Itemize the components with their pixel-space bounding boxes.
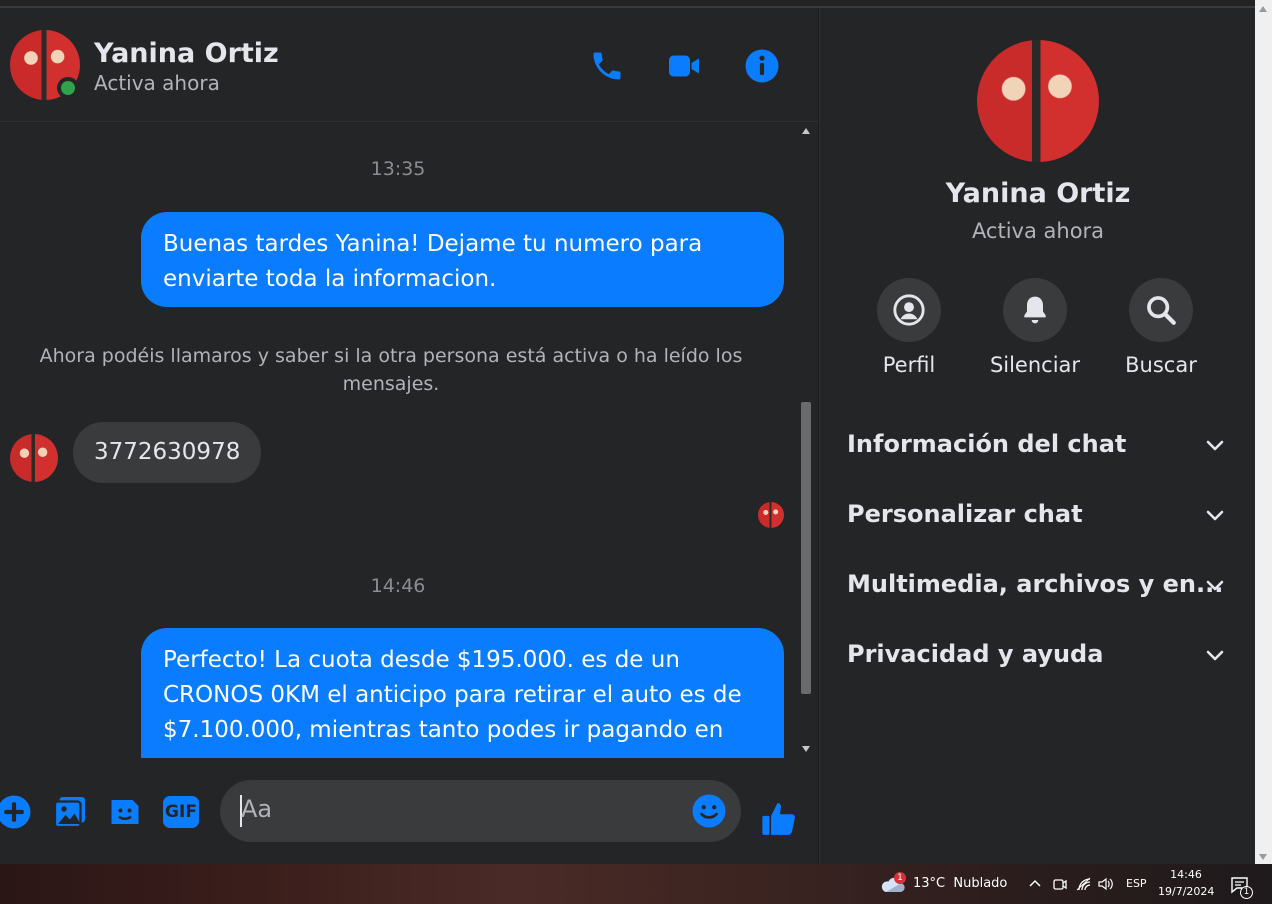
emoji-icon[interactable] xyxy=(691,793,727,829)
seen-receipt-avatar xyxy=(758,502,784,528)
section-chat-info[interactable]: Información del chat xyxy=(847,426,1227,466)
message-input-placeholder: Aa xyxy=(241,795,273,823)
chevron-down-icon xyxy=(1206,580,1224,591)
contact-name[interactable]: Yanina Ortiz xyxy=(94,38,279,69)
message-composer: GIF Aa xyxy=(0,758,818,864)
message-scrollbar[interactable] xyxy=(798,122,815,758)
online-indicator xyxy=(57,77,79,99)
section-media-files[interactable]: Multimedia, archivos y en... xyxy=(847,566,1227,606)
panel-contact-name: Yanina Ortiz xyxy=(945,178,1131,209)
chat-header: Yanina Ortiz Activa ahora xyxy=(0,8,818,122)
search-button-label: Buscar xyxy=(1125,353,1197,377)
chevron-down-icon xyxy=(1206,510,1224,521)
panel-contact-avatar[interactable] xyxy=(975,38,1101,164)
scroll-thumb[interactable] xyxy=(801,402,811,694)
outgoing-message[interactable]: Perfecto! La cuota desde $195.000. es de… xyxy=(141,628,784,758)
windows-taskbar: 1 13°C Nublado ESP 14:46 19/7/2024 1 xyxy=(0,864,1272,904)
like-icon[interactable] xyxy=(760,800,798,838)
search-icon xyxy=(1147,296,1176,325)
meet-now-icon[interactable] xyxy=(1051,875,1069,893)
section-title: Multimedia, archivos y en... xyxy=(847,570,1224,598)
outgoing-message[interactable]: Buenas tardes Yanina! Dejame tu numero p… xyxy=(141,212,784,307)
panel-contact-status: Activa ahora xyxy=(971,219,1105,243)
clock-date[interactable]: 19/7/2024 xyxy=(1158,885,1214,898)
section-privacy-help[interactable]: Privacidad y ayuda xyxy=(847,636,1227,676)
add-icon[interactable] xyxy=(0,794,32,830)
wifi-icon[interactable] xyxy=(1075,875,1093,893)
scroll-up-arrow[interactable] xyxy=(802,128,810,134)
info-icon[interactable] xyxy=(744,48,780,84)
incoming-message[interactable]: 3772630978 xyxy=(73,422,262,483)
profile-button[interactable]: Perfil xyxy=(854,278,964,377)
sender-avatar[interactable] xyxy=(10,434,58,482)
messenger-window: Yanina Ortiz Activa ahora 13:35 Buenas t… xyxy=(0,0,1272,904)
section-title: Información del chat xyxy=(847,430,1127,458)
chevron-down-icon xyxy=(1206,650,1224,661)
bell-icon xyxy=(1024,296,1046,324)
gif-icon[interactable]: GIF xyxy=(163,796,199,828)
language-indicator[interactable]: ESP xyxy=(1126,877,1147,890)
mute-button-label: Silenciar xyxy=(989,353,1081,377)
contact-status: Activa ahora xyxy=(94,71,220,95)
timestamp: 14:46 xyxy=(370,575,426,597)
chat-pane: Yanina Ortiz Activa ahora 13:35 Buenas t… xyxy=(0,8,818,864)
search-button[interactable]: Buscar xyxy=(1106,278,1216,377)
window-scrollbar[interactable] xyxy=(1255,0,1272,864)
notification-count-badge: 1 xyxy=(1240,886,1253,899)
window-top-border xyxy=(0,0,1255,8)
scroll-down-arrow[interactable] xyxy=(802,746,810,752)
message-list[interactable]: 13:35 Buenas tardes Yanina! Dejame tu nu… xyxy=(0,122,796,758)
weather-text[interactable]: 13°C Nublado xyxy=(913,876,1007,891)
profile-button-label: Perfil xyxy=(882,353,936,377)
clock-time[interactable]: 14:46 xyxy=(1158,868,1214,881)
phone-icon[interactable] xyxy=(589,48,625,84)
section-customize-chat[interactable]: Personalizar chat xyxy=(847,496,1227,536)
chevron-down-icon xyxy=(1206,440,1224,451)
system-note: Ahora podéis llamaros y saber si la otra… xyxy=(39,345,743,395)
timestamp: 13:35 xyxy=(370,158,426,180)
section-title: Privacidad y ayuda xyxy=(847,640,1104,668)
window-scroll-down-arrow[interactable] xyxy=(1259,854,1267,860)
conversation-info-panel: Yanina Ortiz Activa ahora Perfil Silenci… xyxy=(819,8,1255,864)
photo-icon[interactable] xyxy=(52,794,88,830)
video-call-icon[interactable] xyxy=(666,48,702,84)
window-scroll-up-arrow[interactable] xyxy=(1259,6,1267,12)
section-title: Personalizar chat xyxy=(847,500,1083,528)
chevron-up-icon[interactable] xyxy=(1026,875,1044,893)
mute-button[interactable]: Silenciar xyxy=(980,278,1090,377)
message-input[interactable]: Aa xyxy=(220,780,741,842)
weather-badge: 1 xyxy=(894,872,906,884)
volume-icon[interactable] xyxy=(1097,875,1115,893)
profile-icon xyxy=(893,294,925,326)
sticker-icon[interactable] xyxy=(107,794,143,830)
